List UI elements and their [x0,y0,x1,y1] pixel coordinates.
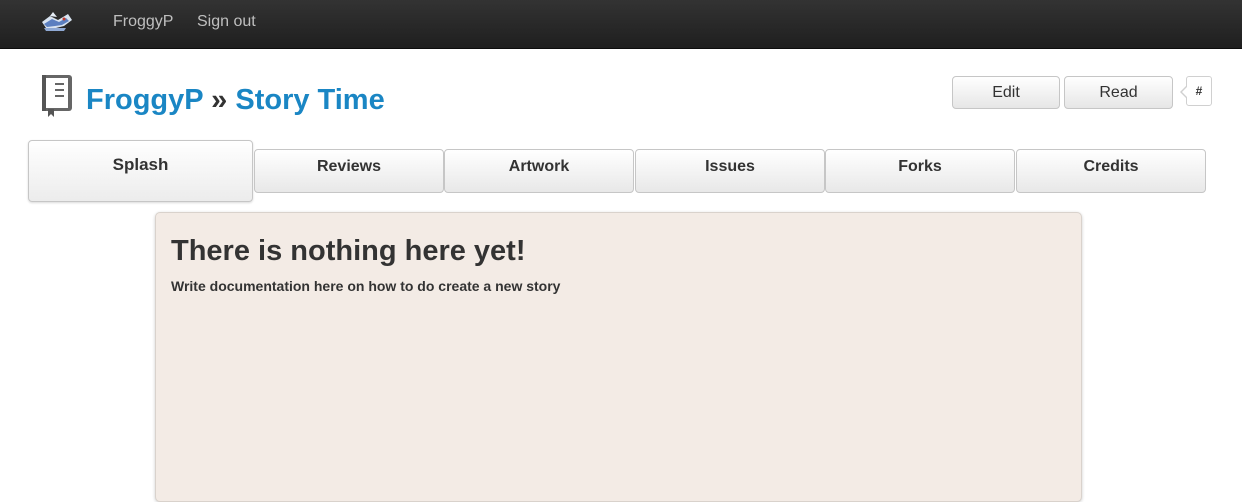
breadcrumb-story-link[interactable]: Story Time [235,84,384,116]
top-navbar: FroggyP Sign out [0,0,1242,49]
tab-artwork[interactable]: Artwork [444,149,634,193]
site-logo-icon[interactable] [38,8,76,36]
book-icon [42,75,72,117]
breadcrumb-owner-link[interactable]: FroggyP [86,84,203,116]
page-title: FroggyP » Story Time [86,82,385,118]
nav-user-link[interactable]: FroggyP [113,12,173,32]
empty-state-text: Write documentation here on how to do cr… [171,278,561,294]
empty-state-heading: There is nothing here yet! [171,235,526,267]
tab-issues[interactable]: Issues [635,149,825,193]
tab-reviews[interactable]: Reviews [254,149,444,193]
tab-splash[interactable]: Splash [28,140,253,202]
nav-signout-link[interactable]: Sign out [197,12,256,32]
splash-content-panel: There is nothing here yet! Write documen… [155,212,1082,502]
permalink-hash-button[interactable]: # [1180,76,1212,106]
read-button[interactable]: Read [1064,76,1173,109]
tab-credits[interactable]: Credits [1016,149,1206,193]
breadcrumb-separator: » [211,84,228,116]
tab-forks[interactable]: Forks [825,149,1015,193]
edit-button[interactable]: Edit [952,76,1060,109]
